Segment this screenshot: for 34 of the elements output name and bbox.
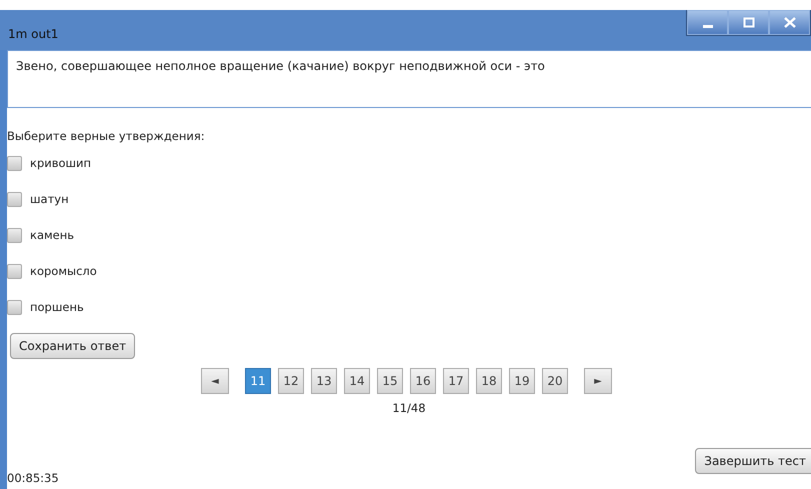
next-page-button[interactable]: ► bbox=[584, 368, 612, 394]
option-label: коромысло bbox=[30, 262, 97, 280]
page-button[interactable]: 14 bbox=[344, 368, 370, 394]
timer-text: 00:85:35 bbox=[7, 471, 59, 485]
option-label: камень bbox=[30, 226, 74, 244]
minimize-icon bbox=[702, 25, 712, 28]
page-button[interactable]: 15 bbox=[377, 368, 403, 394]
page-button[interactable]: 18 bbox=[476, 368, 502, 394]
minimize-button[interactable] bbox=[687, 10, 728, 35]
checkbox[interactable] bbox=[7, 156, 22, 171]
prompt-text: Выберите верные утверждения: bbox=[7, 128, 206, 145]
finish-test-button[interactable]: Завершить тест bbox=[695, 448, 811, 474]
save-answer-button[interactable]: Сохранить ответ bbox=[10, 333, 136, 360]
page-counter: 11/48 bbox=[392, 401, 426, 416]
page-button[interactable]: 13 bbox=[311, 368, 337, 394]
close-button[interactable] bbox=[769, 10, 810, 35]
checkbox[interactable] bbox=[7, 228, 22, 243]
maximize-button[interactable] bbox=[728, 10, 769, 35]
page-button[interactable]: 17 bbox=[443, 368, 469, 394]
question-box: Звено, совершающее неполное вращение (качание) вокруг неподвижной оси - это bbox=[7, 50, 811, 108]
option-label: шатун bbox=[30, 190, 69, 208]
page-button[interactable]: 16 bbox=[410, 368, 436, 394]
maximize-icon bbox=[742, 17, 754, 28]
window-title: 1m out1 bbox=[8, 26, 58, 43]
page-button[interactable]: 12 bbox=[278, 368, 304, 394]
previous-page-button[interactable]: ◄ bbox=[201, 368, 229, 394]
checkbox[interactable] bbox=[7, 300, 22, 315]
checkbox[interactable] bbox=[7, 264, 22, 279]
page-button[interactable]: 19 bbox=[509, 368, 535, 394]
option-label: кривошип bbox=[30, 154, 92, 172]
page-button[interactable]: 20 bbox=[542, 368, 568, 394]
checkbox[interactable] bbox=[7, 192, 22, 207]
close-icon bbox=[784, 17, 796, 28]
option-label: поршень bbox=[30, 298, 84, 316]
